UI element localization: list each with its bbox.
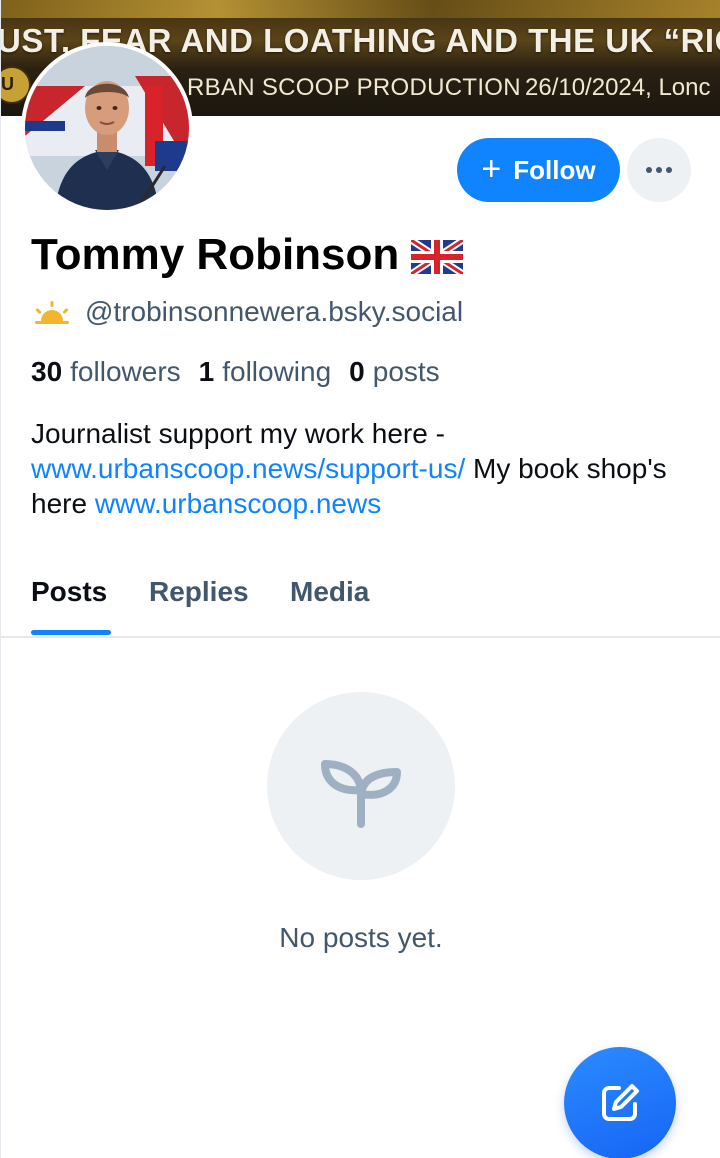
plus-icon: + xyxy=(481,149,502,188)
follow-button-label: Follow xyxy=(513,154,596,185)
avatar[interactable] xyxy=(21,42,193,214)
profile-screen: UST, FEAR AND LOATHING AND THE UK “RIOT … xyxy=(0,0,720,1158)
banner-production-text: RBAN SCOOP PRODUCTION xyxy=(187,74,521,101)
active-tab-indicator xyxy=(31,630,111,635)
ellipsis-icon xyxy=(646,167,672,173)
profile-display-name-row: Tommy Robinson xyxy=(31,230,464,280)
profile-bio: Journalist support my work here - www.ur… xyxy=(31,416,701,521)
sprout-icon xyxy=(321,760,401,828)
followers-label: followers xyxy=(70,356,181,387)
sunrise-icon xyxy=(35,301,69,324)
profile-handle[interactable]: @trobinsonnewera.bsky.social xyxy=(85,296,463,328)
handle-row: @trobinsonnewera.bsky.social xyxy=(33,296,463,328)
display-name: Tommy Robinson xyxy=(31,230,400,279)
profile-stats: 30 followers 1 following 0 posts xyxy=(31,356,440,388)
tab-posts[interactable]: Posts xyxy=(31,576,107,608)
banner-date-text: 26/10/2024, Lonc xyxy=(525,74,711,101)
avatar-photo xyxy=(25,46,189,210)
following-label: following xyxy=(222,356,332,387)
followers-count: 30 xyxy=(31,356,63,387)
compose-post-button[interactable] xyxy=(564,1047,676,1158)
posts-label: posts xyxy=(372,356,440,387)
banner-decor-strip xyxy=(1,0,720,18)
bio-link-shop[interactable]: www.urbanscoop.news xyxy=(95,488,381,519)
followers-stat[interactable]: 30 followers xyxy=(31,356,181,388)
compose-icon xyxy=(602,1084,639,1121)
posts-stat: 0 posts xyxy=(349,356,440,388)
bio-link-support[interactable]: www.urbanscoop.news/support-us/ xyxy=(31,453,465,484)
following-stat[interactable]: 1 following xyxy=(199,356,332,388)
profile-tabs: Posts Replies Media xyxy=(1,570,720,638)
more-options-button[interactable] xyxy=(627,138,691,202)
bio-text-1: Journalist support my work here - xyxy=(31,418,445,449)
empty-state-message: No posts yet. xyxy=(279,922,443,953)
following-count: 1 xyxy=(198,356,215,387)
tab-replies[interactable]: Replies xyxy=(149,576,249,608)
follow-button[interactable]: + Follow xyxy=(457,138,620,202)
banner-logo-letter: U xyxy=(1,74,14,94)
empty-state-illustration xyxy=(267,692,455,880)
uk-flag-icon xyxy=(411,240,464,274)
tab-media[interactable]: Media xyxy=(290,576,369,608)
posts-count: 0 xyxy=(349,356,365,387)
